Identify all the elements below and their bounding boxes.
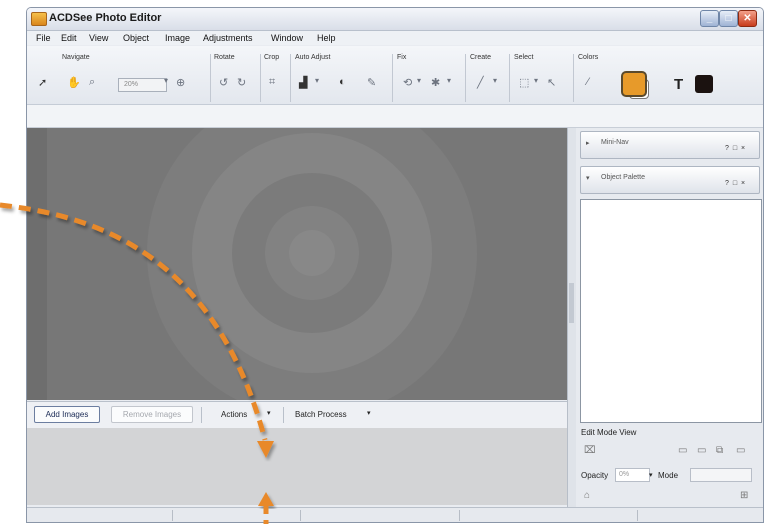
trash-icon[interactable]: ⌂ [584,490,590,501]
group-rotate-label: Rotate [214,54,235,61]
opacity-dropdown-icon[interactable]: ▾ [649,471,653,479]
expand-icon[interactable]: ▸ [586,139,590,147]
minimize-button[interactable]: _ [700,10,719,27]
zoom-input[interactable]: 20% [118,78,167,92]
remove-images-button[interactable]: Remove Images [111,406,193,423]
status-bar [27,507,763,522]
opacity-label: Opacity [581,471,609,480]
panel-splitter[interactable] [567,128,576,522]
batch-process-dropdown-icon[interactable]: ▾ [367,409,371,417]
batch-toolbar: Add Images Remove Images Actions ▾ Batch… [27,401,567,429]
image-canvas[interactable] [27,128,567,400]
magic-wand-icon[interactable]: ↖ [547,76,556,89]
actions-dropdown-icon[interactable]: ▾ [267,409,271,417]
mode-select[interactable] [690,468,752,482]
group-fix-label: Fix [397,54,407,61]
mini-nav-panel-header[interactable]: ▸ Mini-Nav ? □ × [580,131,760,159]
menu-image[interactable]: Image [165,33,190,43]
edit-tool-icon[interactable]: ⌧ [584,445,596,456]
menu-file[interactable]: File [36,33,51,43]
app-logo-icon [31,12,47,26]
mini-nav-controls[interactable]: ? □ × [725,145,746,152]
group-crop-label: Crop [264,54,280,61]
toolbar: Navigate Rotate Crop Auto Adjust Fix Cre… [27,46,763,105]
menu-help[interactable]: Help [317,33,336,43]
image-basket[interactable] [27,428,567,505]
eyedropper-icon[interactable]: ⁄ [587,76,589,88]
opacity-input[interactable]: 0% [615,468,650,482]
crop-icon[interactable]: ⌗ [269,76,275,89]
object-palette-controls[interactable]: ? □ × [725,180,746,187]
title-bar: ACDSee Photo Editor _ □ ✕ [27,8,763,31]
mini-nav-title: Mini-Nav [601,139,629,146]
layer-delete-icon[interactable]: ▭ [736,445,745,456]
levels-icon[interactable]: ▟ [299,76,307,89]
rotate-left-icon[interactable]: ↺ [219,76,228,89]
edit-mode-view-label: Edit Mode View [581,428,637,437]
layer-group-icon[interactable]: ⧉ [716,445,723,456]
redeye-icon[interactable]: ✱ [431,76,440,89]
zoom-fit-icon[interactable]: ⊕ [176,76,185,89]
menu-bar: File Edit View Object Image Adjustments … [27,31,763,45]
marquee-icon[interactable]: ⬚ [519,76,529,89]
zoom-dropdown-icon[interactable]: ▾ [164,76,168,85]
group-create-label: Create [470,54,492,61]
actions-menu[interactable]: Actions [221,410,247,419]
menu-window[interactable]: Window [271,33,303,43]
rotate-right-icon[interactable]: ↻ [237,76,246,89]
brush-dropdown-icon[interactable]: ▾ [493,76,497,85]
menu-object[interactable]: Object [123,33,149,43]
add-images-button[interactable]: Add Images [34,406,100,423]
text-tool-icon[interactable]: T [674,76,683,93]
text-color-swatch[interactable] [695,75,713,93]
window-title: ACDSee Photo Editor [49,12,162,24]
menu-adjustments[interactable]: Adjustments [203,33,253,43]
foreground-color-swatch[interactable] [621,71,647,97]
splitter-handle[interactable] [569,283,574,323]
group-auto-adjust-label: Auto Adjust [295,54,331,61]
close-button[interactable]: ✕ [738,10,757,27]
object-palette-area[interactable] [580,199,762,423]
menu-view[interactable]: View [89,33,108,43]
color-picker-icon[interactable]: ✎ [367,76,376,89]
redeye-dropdown-icon[interactable]: ▾ [447,76,451,85]
object-palette-header[interactable]: ▾ Object Palette ? □ × [580,166,760,194]
object-palette-title: Object Palette [601,174,645,181]
heal-icon[interactable]: ⟲ [403,76,412,89]
new-layer-icon[interactable]: ⊞ [740,490,748,501]
marquee-dropdown-icon[interactable]: ▾ [534,76,538,85]
heal-dropdown-icon[interactable]: ▾ [417,76,421,85]
hand-icon[interactable]: ✋ [67,76,81,89]
group-colors-label: Colors [578,54,599,61]
menu-edit[interactable]: Edit [61,33,77,43]
group-navigate-label: Navigate [62,54,90,61]
mode-label: Mode [658,471,679,480]
levels-dropdown-icon[interactable]: ▾ [315,76,319,85]
group-select-label: Select [514,54,534,61]
batch-process-menu[interactable]: Batch Process [295,410,347,419]
right-panel: ▸ Mini-Nav ? □ × ▾ Object Palette ? □ × … [576,128,763,522]
app-window: ACDSee Photo Editor _ □ ✕ File Edit View… [26,7,764,523]
layer-copy-icon[interactable]: ▭ [697,445,706,456]
layer-icon[interactable]: ▭ [678,445,687,456]
zoom-icon[interactable]: ⌕ [89,76,95,89]
brush-icon[interactable]: ╱ [477,76,484,89]
maximize-button[interactable]: □ [719,10,738,27]
collapse-icon[interactable]: ▾ [586,174,590,182]
pointer-icon[interactable]: ➚ [38,76,47,89]
auto-contrast-icon[interactable]: ◐ [339,76,346,88]
options-bar [27,105,763,128]
